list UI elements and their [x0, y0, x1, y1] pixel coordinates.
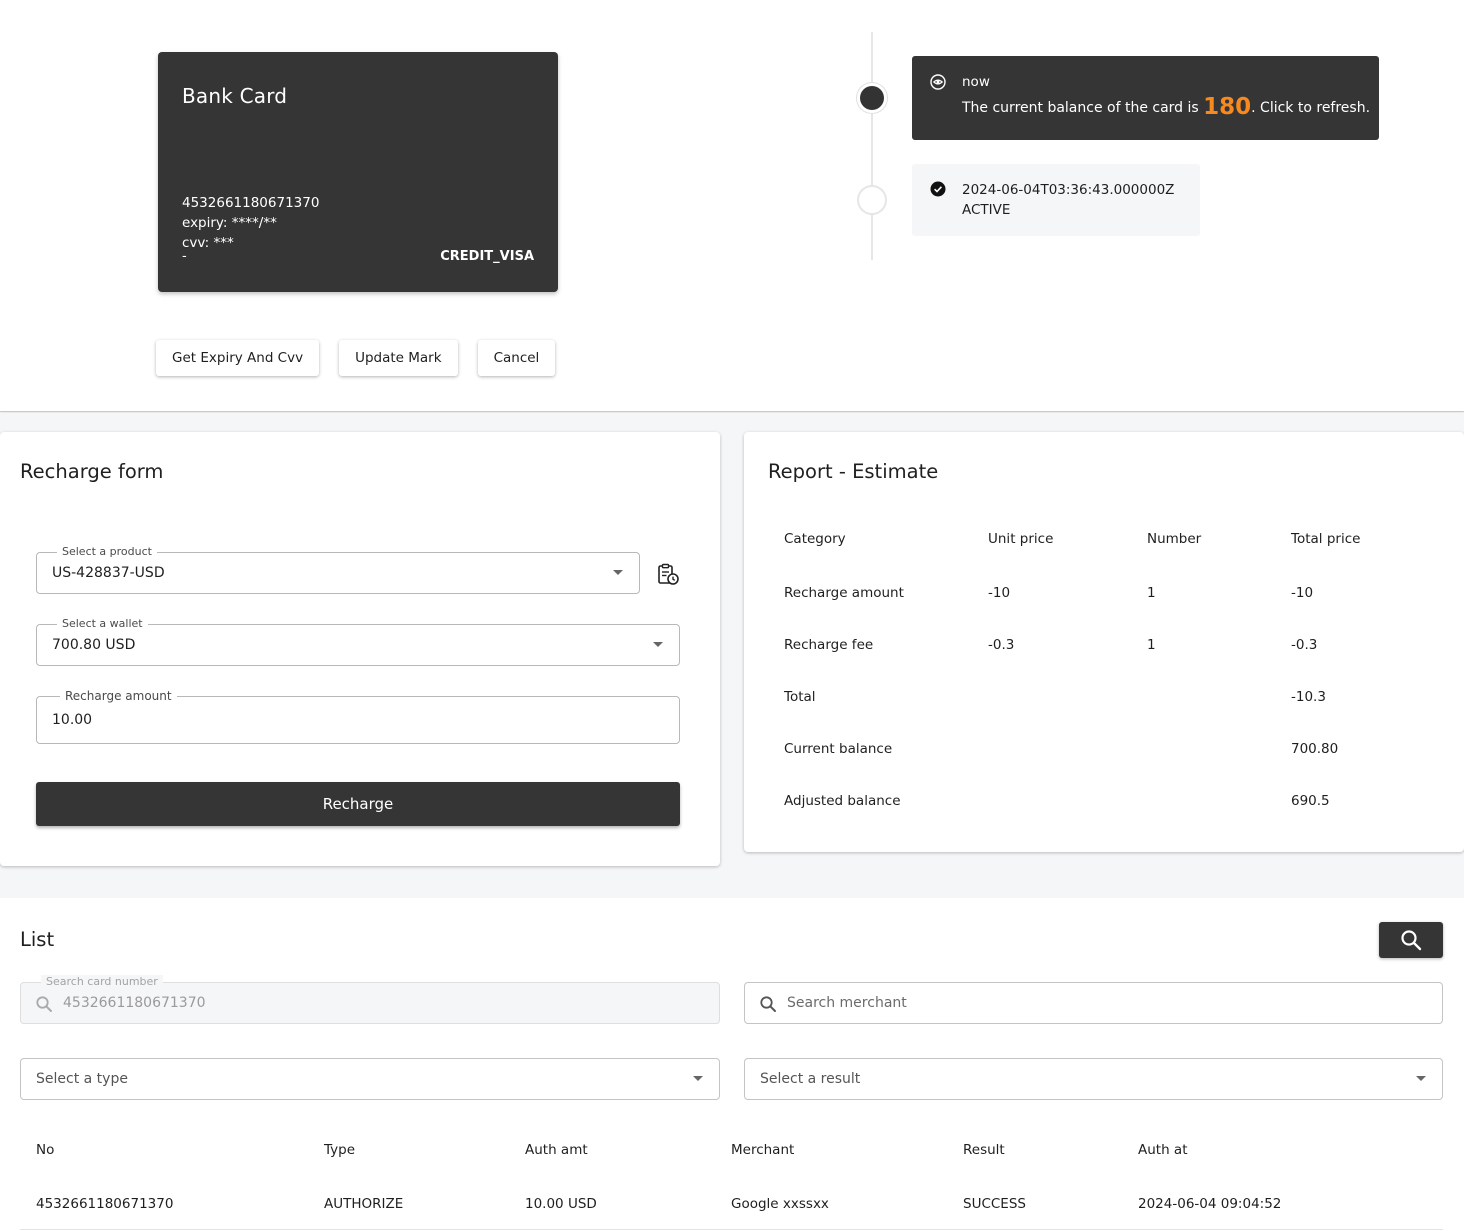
- check-circle-icon: [930, 181, 946, 197]
- table-row-divider: [20, 1229, 1443, 1230]
- balance-suffix: . Click to refresh.: [1251, 100, 1371, 116]
- search-icon: [1401, 930, 1422, 951]
- search-card-number-label: Search card number: [41, 975, 163, 989]
- table-cell-result: SUCCESS: [963, 1196, 1026, 1212]
- list-header-result: Result: [963, 1142, 1005, 1158]
- balance-prefix: The current balance of the card is: [962, 100, 1199, 116]
- balance-amount: 180: [1203, 94, 1252, 120]
- result-select[interactable]: Select a result: [744, 1058, 1443, 1100]
- card-expiry: expiry: ****/**: [182, 215, 277, 231]
- balance-refresh-item[interactable]: now The current balance of the card is 1…: [912, 56, 1379, 140]
- result-select-placeholder: Select a result: [760, 1071, 861, 1087]
- status-timestamp: 2024-06-04T03:36:43.000000Z: [962, 182, 1175, 198]
- clipboard-clock-icon[interactable]: [656, 562, 680, 586]
- card-title: Bank Card: [182, 84, 288, 108]
- chevron-down-icon: [653, 642, 663, 647]
- list-header-auth-at: Auth at: [1138, 1142, 1188, 1158]
- search-button[interactable]: [1379, 922, 1443, 958]
- report-cell: 690.5: [1291, 793, 1330, 809]
- recharge-button[interactable]: Recharge: [36, 782, 680, 826]
- list-header-merchant: Merchant: [731, 1142, 795, 1158]
- list-header-auth-amt: Auth amt: [525, 1142, 588, 1158]
- report-cell: Adjusted balance: [784, 793, 901, 809]
- report-cell: -10.3: [1291, 689, 1326, 705]
- timeline-dot: [857, 185, 887, 215]
- recharge-amount-value: 10.00: [52, 712, 93, 728]
- product-select-value: US-428837-USD: [52, 565, 165, 581]
- bank-card: Bank Card 4532661180671370 expiry: ****/…: [158, 52, 558, 292]
- list-header-no: No: [36, 1142, 55, 1158]
- timeline-line: [871, 32, 873, 260]
- product-select[interactable]: Select a product US-428837-USD: [36, 545, 640, 594]
- status-state: ACTIVE: [962, 202, 1011, 218]
- table-cell-type: AUTHORIZE: [324, 1196, 404, 1212]
- wallet-select[interactable]: Select a wallet 700.80 USD: [36, 617, 680, 666]
- cancel-card-button[interactable]: Cancel: [477, 340, 556, 376]
- report-header-total-price: Total price: [1291, 531, 1361, 547]
- chevron-down-icon: [1416, 1076, 1426, 1081]
- table-cell-auth-at: 2024-06-04 09:04:52: [1138, 1196, 1282, 1212]
- report-estimate-panel: Report - Estimate Category Unit price Nu…: [744, 432, 1464, 852]
- report-header-number: Number: [1147, 531, 1202, 547]
- balance-message: The current balance of the card is 180. …: [962, 96, 1370, 119]
- chevron-down-icon: [613, 570, 623, 575]
- recharge-form-title: Recharge form: [20, 460, 164, 483]
- report-cell: -10: [988, 585, 1011, 601]
- report-cell: -0.3: [988, 637, 1015, 653]
- card-type: CREDIT_VISA: [440, 249, 534, 264]
- table-cell-merchant: Google xxssxx: [731, 1196, 829, 1212]
- card-actions: Get Expiry And Cvv Update Mark Cancel: [156, 340, 556, 376]
- wallet-select-value: 700.80 USD: [52, 637, 136, 653]
- type-select[interactable]: Select a type: [20, 1058, 720, 1100]
- table-cell-no: 4532661180671370: [36, 1196, 174, 1212]
- report-cell: 1: [1147, 637, 1156, 653]
- report-title: Report - Estimate: [768, 460, 939, 483]
- search-merchant-placeholder: Search merchant: [787, 995, 907, 1011]
- report-cell: -0.3: [1291, 637, 1318, 653]
- search-icon: [36, 996, 52, 1012]
- card-number: 4532661180671370: [182, 195, 320, 211]
- report-cell: Current balance: [784, 741, 893, 757]
- card-details: 4532661180671370 expiry: ****/** cvv: **…: [182, 193, 319, 253]
- search-merchant-input[interactable]: Search merchant: [744, 982, 1443, 1024]
- status-item: 2024-06-04T03:36:43.000000Z ACTIVE: [912, 164, 1200, 236]
- recharge-amount-field[interactable]: Recharge amount 10.00: [36, 689, 680, 744]
- timeline-dot-active: [857, 83, 887, 113]
- get-expiry-cvv-button[interactable]: Get Expiry And Cvv: [156, 340, 320, 376]
- recharge-form-panel: Recharge form Select a product US-428837…: [0, 432, 720, 866]
- balance-time: now: [962, 74, 990, 90]
- wallet-select-label: Select a wallet: [57, 617, 148, 631]
- card-detail-section: Bank Card 4532661180671370 expiry: ****/…: [0, 0, 1464, 412]
- recharge-amount-label: Recharge amount: [60, 689, 177, 703]
- table-cell-auth-amt: 10.00 USD: [525, 1196, 597, 1212]
- card-mark: -: [182, 249, 187, 264]
- report-header-category: Category: [784, 531, 846, 547]
- search-card-number-value: 4532661180671370: [63, 995, 206, 1011]
- report-cell: Recharge fee: [784, 637, 874, 653]
- report-header-unit-price: Unit price: [988, 531, 1054, 547]
- product-select-label: Select a product: [57, 545, 157, 559]
- search-icon: [760, 996, 776, 1012]
- type-select-placeholder: Select a type: [36, 1071, 128, 1087]
- update-mark-button[interactable]: Update Mark: [339, 340, 458, 376]
- report-cell: Total: [784, 689, 816, 705]
- report-cell: 1: [1147, 585, 1156, 601]
- report-cell: -10: [1291, 585, 1314, 601]
- report-cell: Recharge amount: [784, 585, 904, 601]
- list-header-type: Type: [324, 1142, 356, 1158]
- list-title: List: [20, 928, 55, 951]
- report-cell: 700.80: [1291, 741, 1339, 757]
- chevron-down-icon: [693, 1076, 703, 1081]
- search-card-number-input[interactable]: Search card number 4532661180671370: [20, 975, 720, 1024]
- card-cvv: cvv: ***: [182, 235, 234, 251]
- eye-icon: [930, 74, 946, 90]
